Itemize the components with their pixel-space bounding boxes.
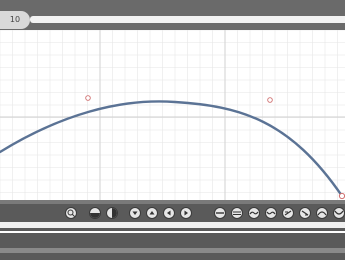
triangle-down-icon[interactable] (129, 207, 141, 219)
line-style-icon-5[interactable] (282, 207, 294, 219)
grid (0, 30, 345, 200)
status-strip (0, 248, 345, 253)
top-bar (0, 0, 345, 30)
line-style-icon-7[interactable] (316, 207, 328, 219)
control-point-right[interactable] (267, 97, 273, 103)
bottom-panel (0, 200, 345, 260)
triangle-up-icon[interactable] (146, 207, 158, 219)
curve[interactable] (0, 100, 344, 198)
triangle-right-icon[interactable] (180, 207, 192, 219)
title-strip (30, 16, 345, 23)
line-style-icon-2[interactable] (231, 207, 243, 219)
line-style-icon-4[interactable] (265, 207, 277, 219)
line-style-icon-8[interactable] (333, 207, 345, 219)
line-style-icon-3[interactable] (248, 207, 260, 219)
end-point[interactable] (338, 192, 345, 200)
triangle-left-icon[interactable] (163, 207, 175, 219)
control-point-left[interactable] (85, 95, 91, 101)
search-icon[interactable] (65, 207, 77, 219)
graph-canvas[interactable] (0, 30, 345, 200)
half-fill-right-icon[interactable] (106, 207, 118, 219)
graph-svg[interactable] (0, 30, 345, 200)
slide-number-badge: 10 (0, 11, 30, 29)
toolbar (0, 204, 345, 222)
status-area (0, 233, 345, 260)
line-style-icon-6[interactable] (299, 207, 311, 219)
half-fill-bottom-icon[interactable] (89, 207, 101, 219)
line-style-icon-1[interactable] (214, 207, 226, 219)
